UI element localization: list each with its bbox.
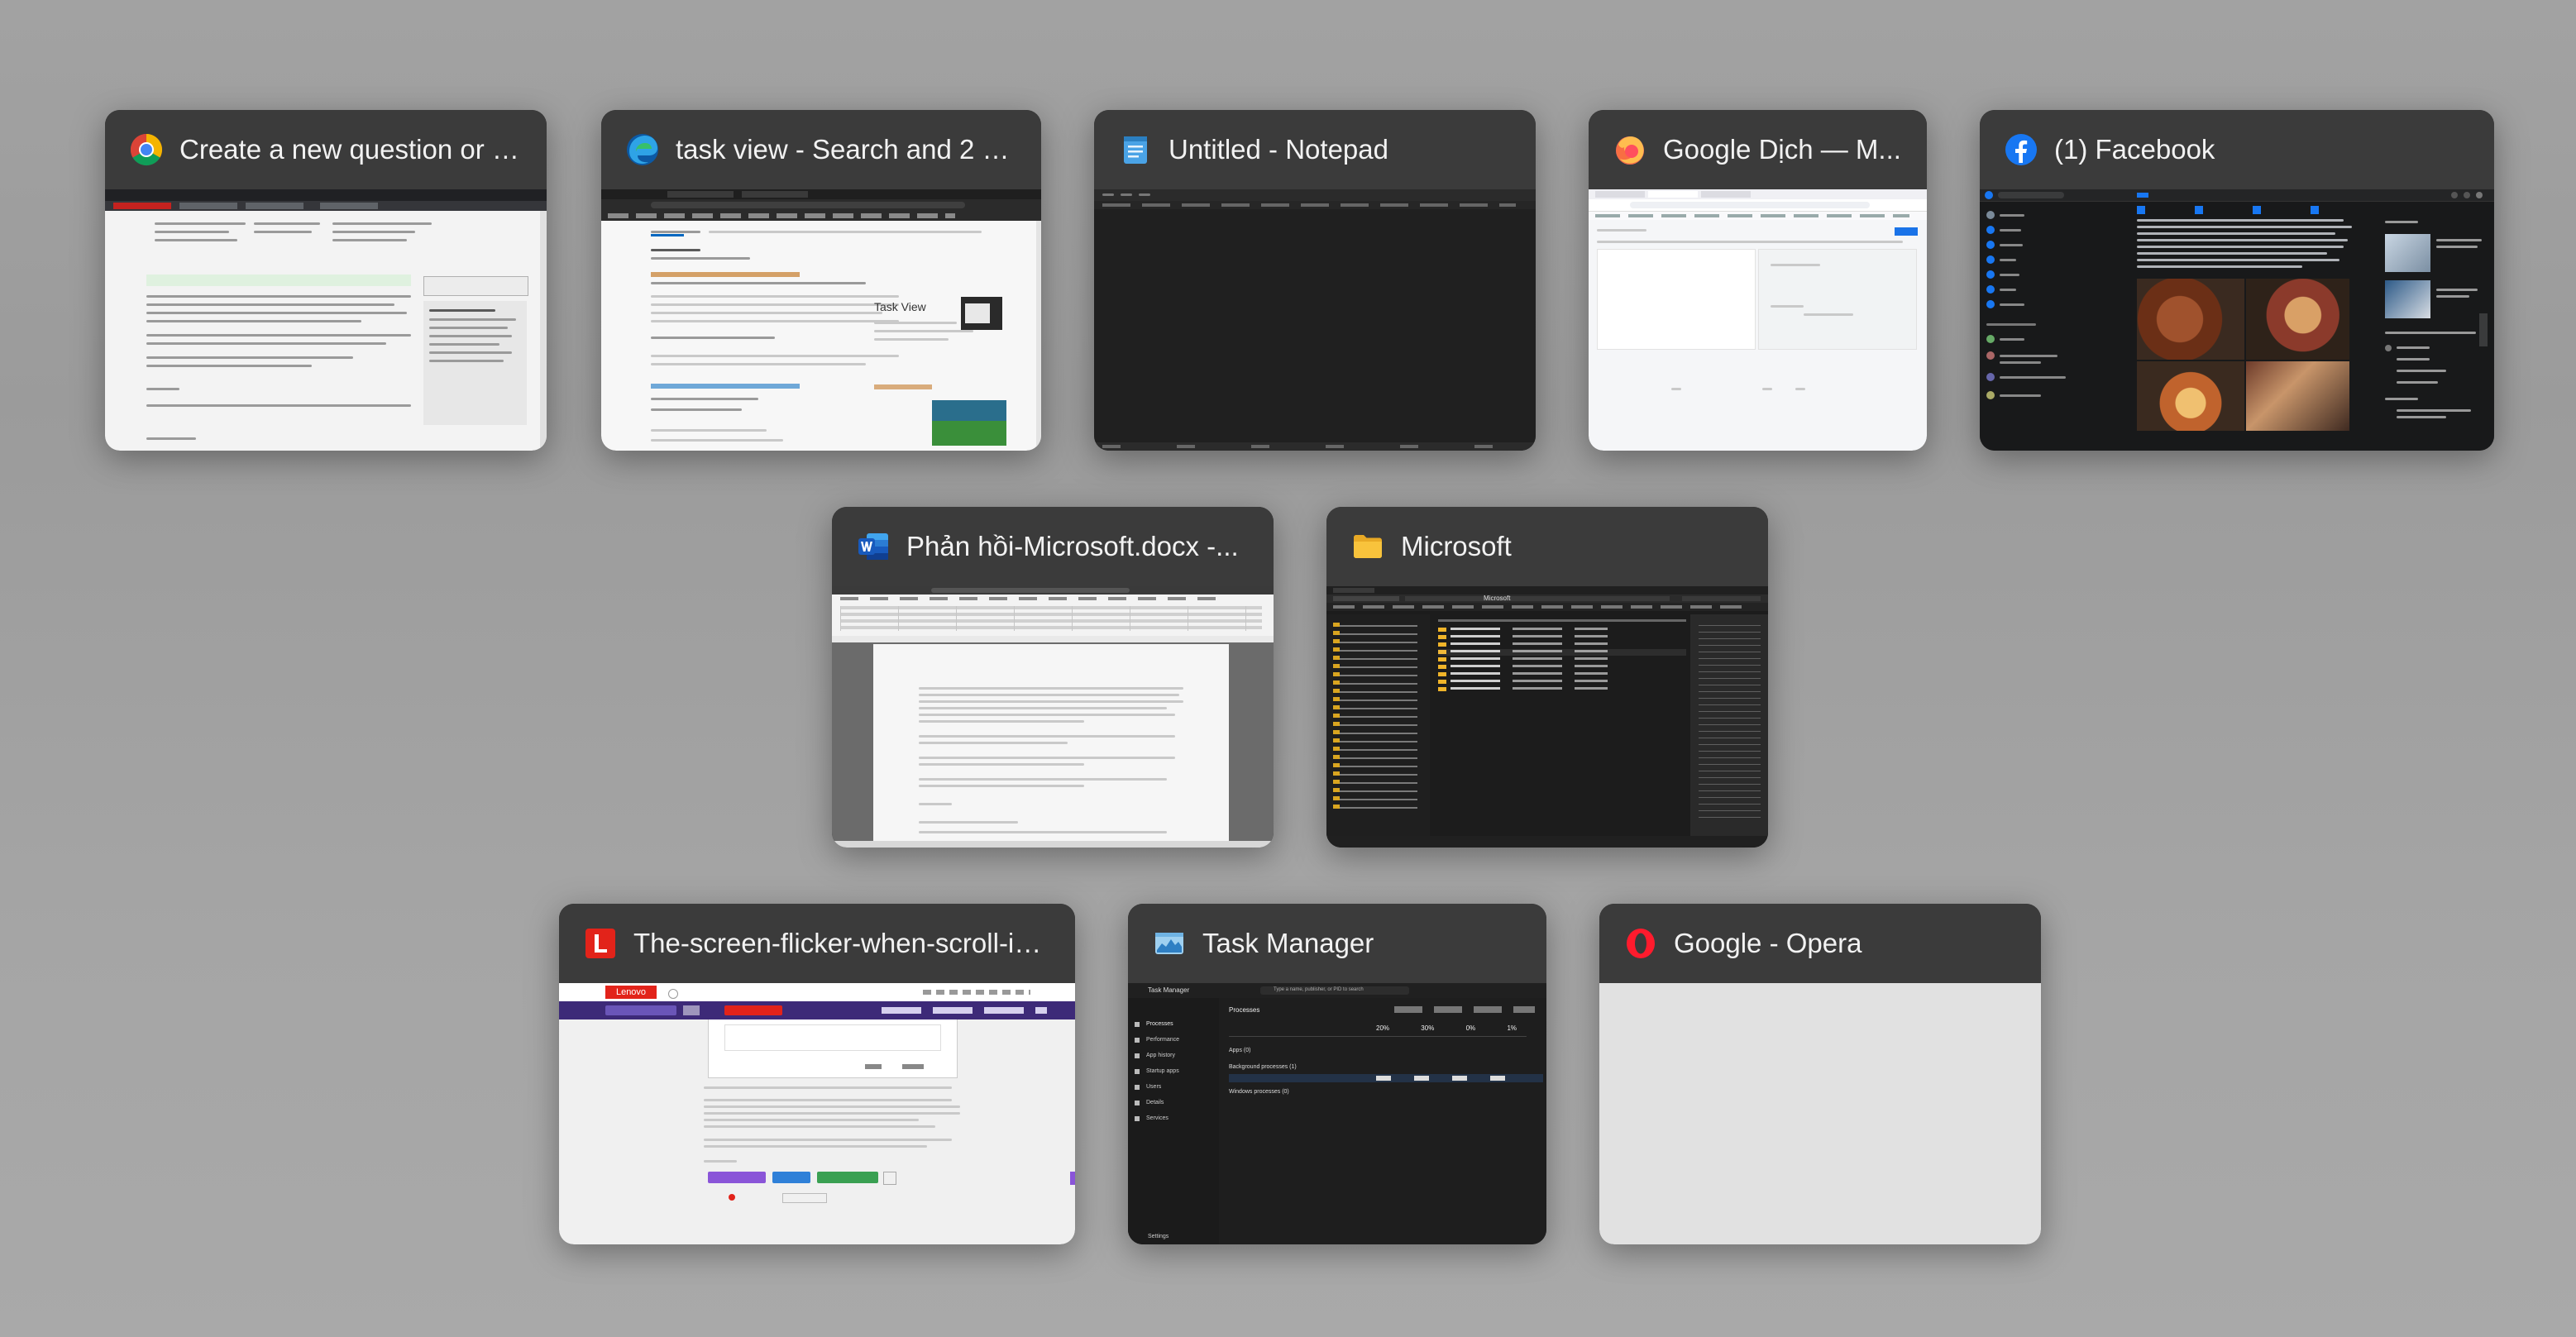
tm-stats: 20% 30% 0% 1% (1376, 1024, 1517, 1032)
window-preview: Microsoft (1326, 586, 1768, 848)
window-preview (105, 189, 547, 451)
window-header: Google - Opera (1599, 904, 2041, 983)
word-icon (855, 528, 891, 565)
folder-icon (1350, 528, 1386, 565)
window-header: (1) Facebook (1980, 110, 2494, 189)
lenovo-icon (582, 925, 619, 962)
tm-search: Type a name, publisher, or PID to search (1274, 987, 1364, 992)
window-header: Google Dịch — M... (1589, 110, 1927, 189)
tm-settings: Settings (1148, 1234, 1169, 1239)
window-preview (832, 586, 1274, 848)
window-thumbnail-facebook[interactable]: (1) Facebook (1980, 110, 2494, 451)
tm-group-background: Background processes (1) (1229, 1064, 1297, 1070)
window-header: Create a new question or st... (105, 110, 547, 189)
firefox-icon (1612, 131, 1648, 168)
window-title: Task Manager (1202, 928, 1374, 958)
edge-icon (624, 131, 661, 168)
notepad-icon (1117, 131, 1154, 168)
window-thumbnail-opera[interactable]: Google - Opera (1599, 904, 2041, 1244)
window-preview (1589, 189, 1927, 451)
window-title: The-screen-flicker-when-scroll-in-... (633, 928, 1062, 958)
window-header: Untitled - Notepad (1094, 110, 1536, 189)
explorer-path: Microsoft (1484, 594, 1511, 602)
window-header: Phản hồi-Microsoft.docx -... (832, 507, 1274, 586)
window-header: The-screen-flicker-when-scroll-in-... (559, 904, 1075, 983)
window-title: Untitled - Notepad (1169, 134, 1388, 165)
opera-icon (1623, 925, 1659, 962)
window-thumbnail-file-explorer[interactable]: Microsoft Microsoft (1326, 507, 1768, 848)
window-title: Create a new question or st... (179, 134, 537, 165)
window-preview: Lenovo (559, 983, 1075, 1244)
lenovo-logo: Lenovo (605, 986, 657, 999)
window-thumbnail-lenovo[interactable]: The-screen-flicker-when-scroll-in-... Le… (559, 904, 1075, 1244)
window-thumbnail-notepad[interactable]: Untitled - Notepad (1094, 110, 1536, 451)
tm-group-apps: Apps (0) (1229, 1048, 1251, 1053)
chrome-icon (128, 131, 165, 168)
tm-group-windows: Windows processes (0) (1229, 1089, 1289, 1095)
window-preview (1599, 983, 2041, 1244)
tm-title: Task Manager (1148, 986, 1190, 994)
window-thumbnail-edge[interactable]: task view - Search and 2 m... Task View (601, 110, 1041, 451)
window-title: Google - Opera (1674, 928, 1862, 958)
task-manager-icon (1151, 925, 1188, 962)
window-title: Google Dịch — M... (1663, 134, 1901, 165)
window-title: (1) Facebook (2054, 134, 2215, 165)
window-header: Task Manager (1128, 904, 1546, 983)
edge-task-view-heading: Task View (874, 300, 926, 313)
window-preview (1980, 189, 2494, 451)
window-title: Phản hồi-Microsoft.docx -... (906, 531, 1239, 561)
tm-section: Processes (1229, 1006, 1260, 1014)
window-preview: Task Manager Type a name, publisher, or … (1128, 983, 1546, 1244)
window-thumbnail-task-manager[interactable]: Task Manager Task Manager Type a name, p… (1128, 904, 1546, 1244)
window-title: Microsoft (1401, 531, 1512, 561)
window-thumbnail-chrome[interactable]: Create a new question or st... (105, 110, 547, 451)
facebook-icon (2003, 131, 2039, 168)
window-thumbnail-firefox[interactable]: Google Dịch — M... (1589, 110, 1927, 451)
window-preview: Task View (601, 189, 1041, 451)
window-preview (1094, 189, 1536, 451)
window-title: task view - Search and 2 m... (676, 134, 1028, 165)
window-thumbnail-word[interactable]: Phản hồi-Microsoft.docx -... (832, 507, 1274, 848)
tm-nav: Processes Performance App history Startu… (1135, 1016, 1217, 1126)
window-header: Microsoft (1326, 507, 1768, 586)
window-header: task view - Search and 2 m... (601, 110, 1041, 189)
